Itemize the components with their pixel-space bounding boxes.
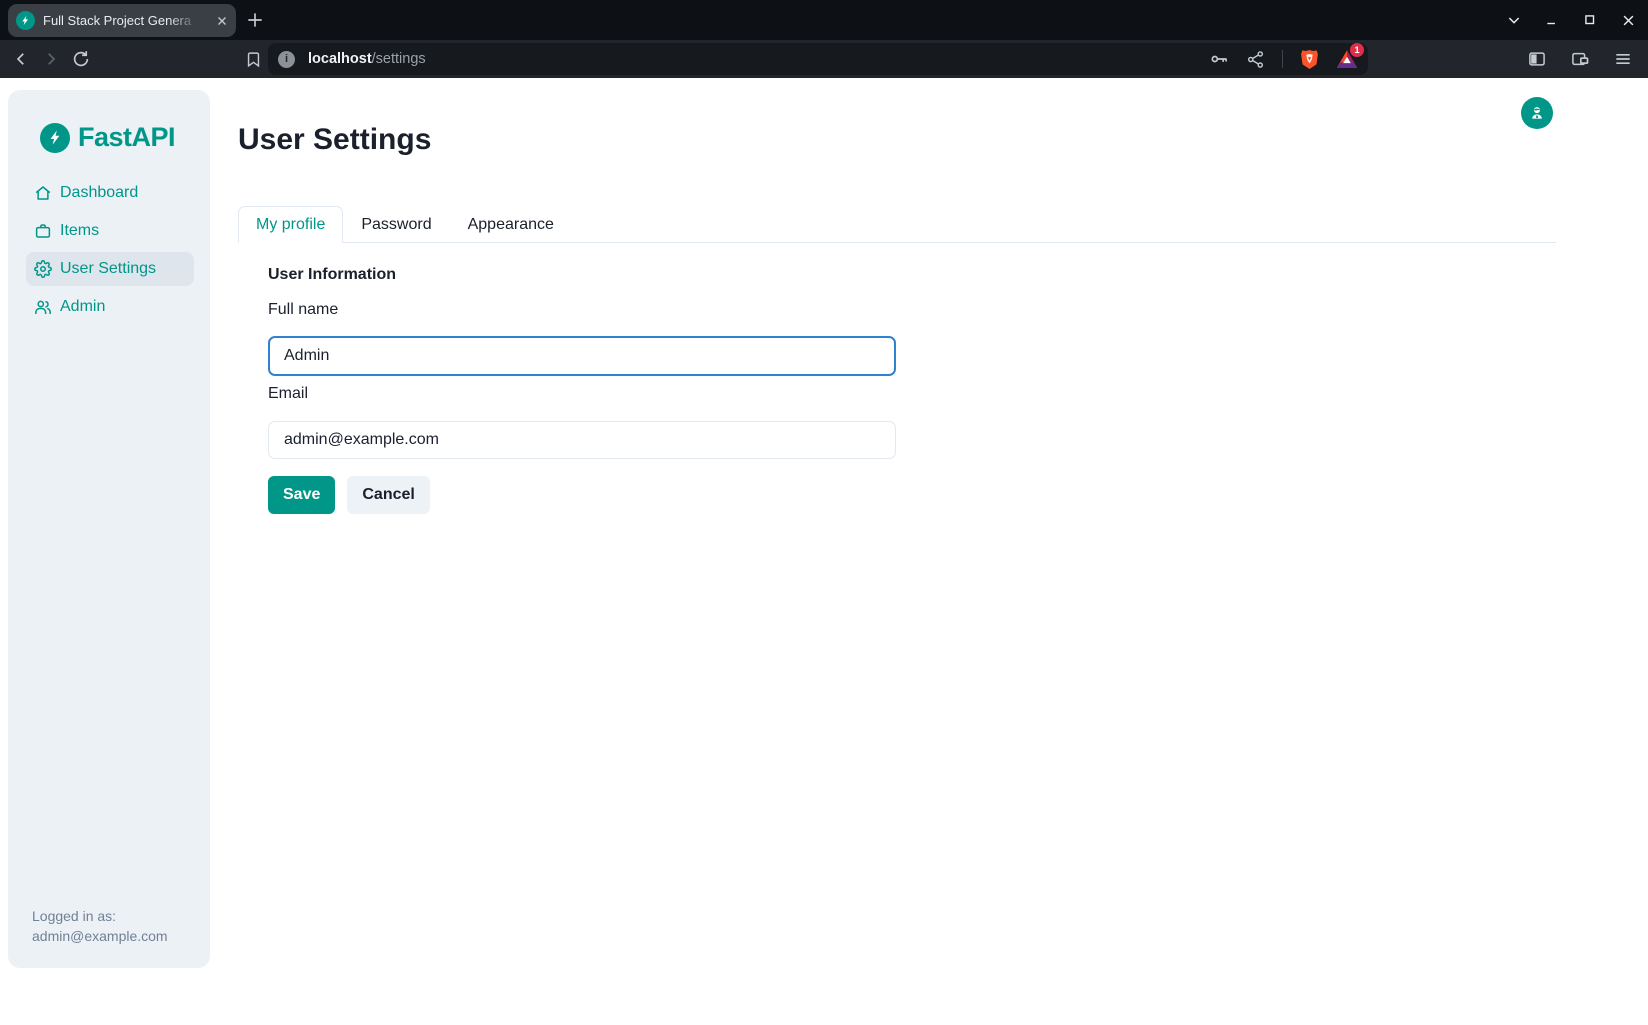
sidebar-item-label: Admin xyxy=(60,298,105,316)
users-icon xyxy=(34,298,52,316)
gear-icon xyxy=(34,260,52,278)
tab-close-icon[interactable] xyxy=(216,15,228,27)
sidebar-item-label: Items xyxy=(60,222,99,240)
back-button[interactable] xyxy=(6,44,36,74)
logged-in-label: Logged in as: xyxy=(32,906,168,926)
sidebar-menu: Dashboard Items User Settings xyxy=(26,176,194,324)
logged-in-status: Logged in as: admin@example.com xyxy=(32,906,168,946)
toolbar-right xyxy=(1522,44,1638,74)
settings-tabs: My profile Password Appearance xyxy=(238,206,1556,243)
full-name-label: Full name xyxy=(268,301,338,319)
key-icon[interactable] xyxy=(1209,49,1229,69)
menu-icon[interactable] xyxy=(1608,44,1638,74)
app-page: FastAPI Dashboard Items xyxy=(0,78,1648,1025)
bookmark-icon[interactable] xyxy=(238,44,268,74)
close-window-button[interactable] xyxy=(1616,8,1640,32)
full-name-field[interactable] xyxy=(268,336,896,376)
email-label: Email xyxy=(268,385,308,403)
cancel-button[interactable]: Cancel xyxy=(347,476,429,514)
share-icon[interactable] xyxy=(1246,50,1265,69)
address-bar-actions: 1 xyxy=(1209,49,1358,70)
user-menu-button[interactable] xyxy=(1521,97,1553,129)
logged-in-email: admin@example.com xyxy=(32,926,168,946)
fastapi-logo-text: FastAPI xyxy=(78,122,175,153)
sidebar-item-label: Dashboard xyxy=(60,184,138,202)
url-text[interactable]: localhost/settings xyxy=(308,51,426,67)
home-icon xyxy=(34,184,52,202)
user-avatar-icon xyxy=(1528,104,1546,122)
rewards-badge: 1 xyxy=(1350,43,1364,57)
fastapi-favicon-icon xyxy=(16,11,35,30)
save-button[interactable]: Save xyxy=(268,476,335,514)
app-sidebar: FastAPI Dashboard Items xyxy=(8,90,210,968)
tab-appearance[interactable]: Appearance xyxy=(450,206,572,243)
tab-password[interactable]: Password xyxy=(343,206,449,243)
fastapi-logo: FastAPI xyxy=(40,122,175,153)
site-info-icon[interactable]: i xyxy=(278,51,295,68)
new-tab-button[interactable] xyxy=(245,10,265,30)
brave-shield-icon[interactable] xyxy=(1300,49,1319,70)
sidebar-item-dashboard[interactable]: Dashboard xyxy=(26,176,194,210)
wallet-icon[interactable] xyxy=(1565,44,1595,74)
sidebar-item-items[interactable]: Items xyxy=(26,214,194,248)
tab-search-icon[interactable] xyxy=(1502,8,1526,32)
tab-my-profile[interactable]: My profile xyxy=(238,206,343,243)
address-bar[interactable]: i localhost/settings 1 xyxy=(268,43,1368,75)
divider xyxy=(1282,50,1283,68)
page-title: User Settings xyxy=(238,123,431,157)
tab-title: Full Stack Project Genera xyxy=(43,13,203,28)
browser-window: Full Stack Project Genera xyxy=(0,0,1648,1025)
sidebar-item-admin[interactable]: Admin xyxy=(26,290,194,324)
window-controls xyxy=(1502,0,1640,40)
browser-tab[interactable]: Full Stack Project Genera xyxy=(8,4,236,37)
reload-button[interactable] xyxy=(66,44,96,74)
forward-button[interactable] xyxy=(36,44,66,74)
email-field[interactable] xyxy=(268,421,896,459)
section-title: User Information xyxy=(268,266,396,284)
briefcase-icon xyxy=(34,222,52,240)
maximize-button[interactable] xyxy=(1578,8,1602,32)
form-actions: Save Cancel xyxy=(268,476,430,514)
sidebar-toggle-icon[interactable] xyxy=(1522,44,1552,74)
url-host: localhost xyxy=(308,51,372,67)
fastapi-logo-icon xyxy=(40,123,70,153)
browser-tab-bar: Full Stack Project Genera xyxy=(0,0,1648,40)
sidebar-item-label: User Settings xyxy=(60,260,156,278)
brave-rewards-icon[interactable]: 1 xyxy=(1336,49,1358,69)
url-path: /settings xyxy=(372,51,426,67)
minimize-button[interactable] xyxy=(1540,8,1564,32)
browser-toolbar: i localhost/settings 1 xyxy=(0,40,1648,78)
sidebar-item-user-settings[interactable]: User Settings xyxy=(26,252,194,286)
